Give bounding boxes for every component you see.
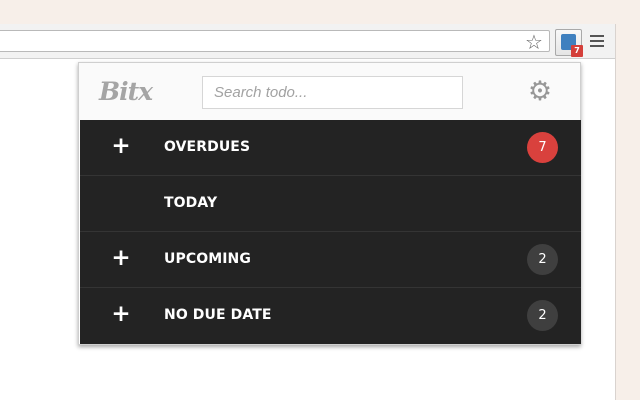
count-badge: 7 [527,132,558,163]
gear-icon[interactable]: ⚙ [526,78,554,106]
section-label: UPCOMING [164,251,251,267]
menu-line [590,35,604,37]
add-upcoming-button[interactable]: + [111,246,131,270]
section-label: TODAY [164,195,218,211]
count-badge: 2 [527,300,558,331]
hamburger-menu-icon[interactable] [590,35,604,47]
extension-badge: 7 [571,45,583,57]
add-overdue-button[interactable]: + [111,134,131,158]
todo-sections-list: + OVERDUES 7 TODAY + UPCOMING 2 + NO DUE… [80,120,581,344]
bitx-extension-button[interactable]: 7 [555,29,583,57]
menu-line [590,40,604,42]
popup-header: Bitx ⚙ [79,63,580,120]
bitx-popup: Bitx ⚙ + OVERDUES 7 TODAY + UPCOMING 2 +… [78,62,581,345]
address-bar[interactable] [0,30,550,52]
search-input[interactable] [202,76,463,109]
count-badge: 2 [527,244,558,275]
section-row-upcoming[interactable]: + UPCOMING 2 [80,232,581,288]
browser-toolbar: ☆ 7 [0,24,615,59]
section-row-no-due-date[interactable]: + NO DUE DATE 2 [80,288,581,344]
menu-line [590,45,604,47]
section-row-overdues[interactable]: + OVERDUES 7 [80,120,581,176]
star-icon[interactable]: ☆ [523,32,545,52]
section-row-today[interactable]: TODAY [80,176,581,232]
bitx-logo: Bitx [99,77,153,106]
add-no-due-date-button[interactable]: + [111,302,131,326]
section-label: NO DUE DATE [164,307,272,323]
section-label: OVERDUES [164,139,251,155]
